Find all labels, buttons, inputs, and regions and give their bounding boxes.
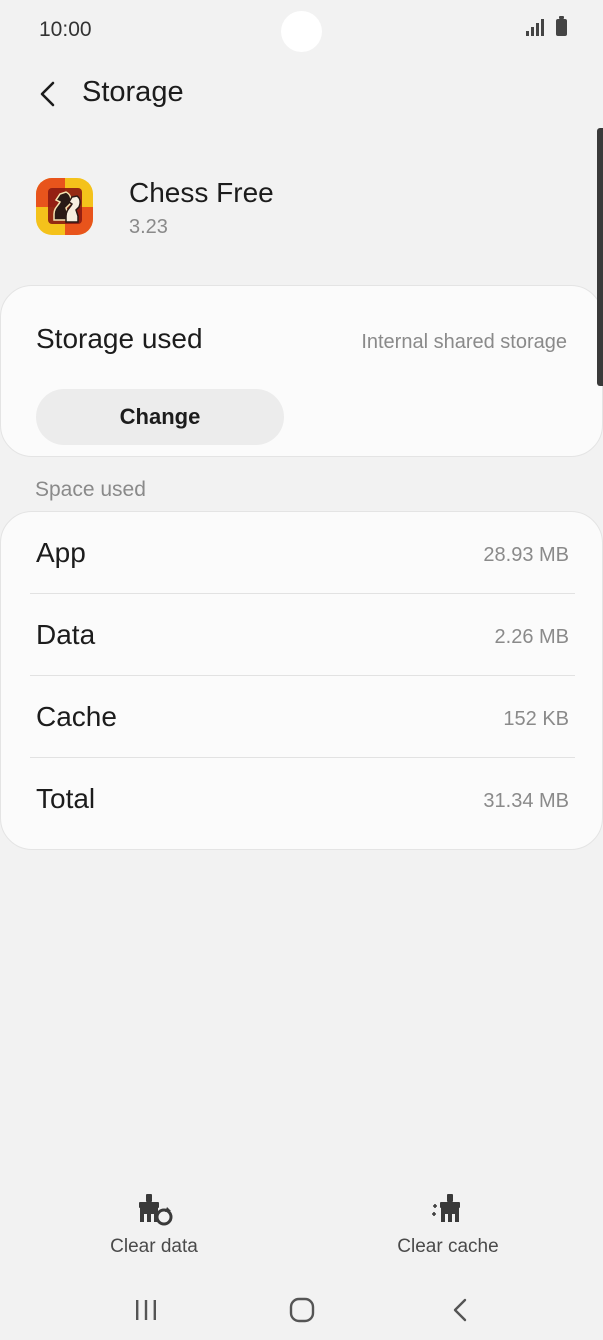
recents-button[interactable] [116,1290,176,1330]
scrollbar[interactable] [597,128,603,386]
navigation-bar [0,1280,603,1340]
signal-icon [526,19,544,36]
space-row-value: 31.34 MB [483,790,569,812]
app-bar: Storage [0,66,603,126]
app-version: 3.23 [129,216,168,238]
clear-data-button[interactable]: Clear data [74,1190,234,1260]
back-arrow-icon [40,81,55,107]
change-storage-button[interactable]: Change [36,389,284,445]
storage-used-card: Storage used Internal shared storage Cha… [0,285,603,457]
clear-cache-icon [432,1194,460,1222]
app-name: Chess Free [129,177,274,208]
space-row-label: Cache [36,701,117,732]
space-used-header: Space used [35,478,146,501]
status-bar: 10:00 [0,0,603,60]
space-row-label: Total [36,783,96,814]
space-row-cache: Cache 152 KB [1,676,603,758]
battery-icon [556,16,567,36]
storage-used-label: Storage used [36,323,203,354]
clear-data-label: Clear data [110,1236,198,1257]
space-row-value: 2.26 MB [494,626,569,648]
space-row-label: Data [36,619,96,650]
back-button[interactable] [28,72,68,116]
recents-icon [136,1300,156,1320]
space-row-value: 152 KB [503,708,569,730]
home-icon [289,1297,315,1323]
home-button[interactable] [272,1290,332,1330]
space-row-app: App 28.93 MB [1,512,603,594]
page-title: Storage [82,76,184,108]
status-icons [526,16,567,36]
camera-cutout [281,11,322,52]
back-icon [453,1298,467,1322]
space-row-label: App [36,537,86,568]
chess-app-icon [36,178,93,235]
bottom-action-bar: Clear data Clear cache [0,1190,603,1270]
clear-cache-button[interactable]: Clear cache [368,1190,528,1260]
space-row-data: Data 2.26 MB [1,594,603,676]
space-row-total: Total 31.34 MB [1,758,603,840]
space-row-value: 28.93 MB [483,544,569,566]
nav-back-button[interactable] [430,1290,490,1330]
status-time: 10:00 [39,18,92,41]
space-used-card: App 28.93 MB Data 2.26 MB Cache 152 KB T… [0,511,603,850]
clear-cache-label: Clear cache [397,1236,499,1257]
clear-data-icon [139,1194,173,1226]
app-info: Chess Free 3.23 [0,170,603,250]
storage-location: Internal shared storage [361,331,567,353]
